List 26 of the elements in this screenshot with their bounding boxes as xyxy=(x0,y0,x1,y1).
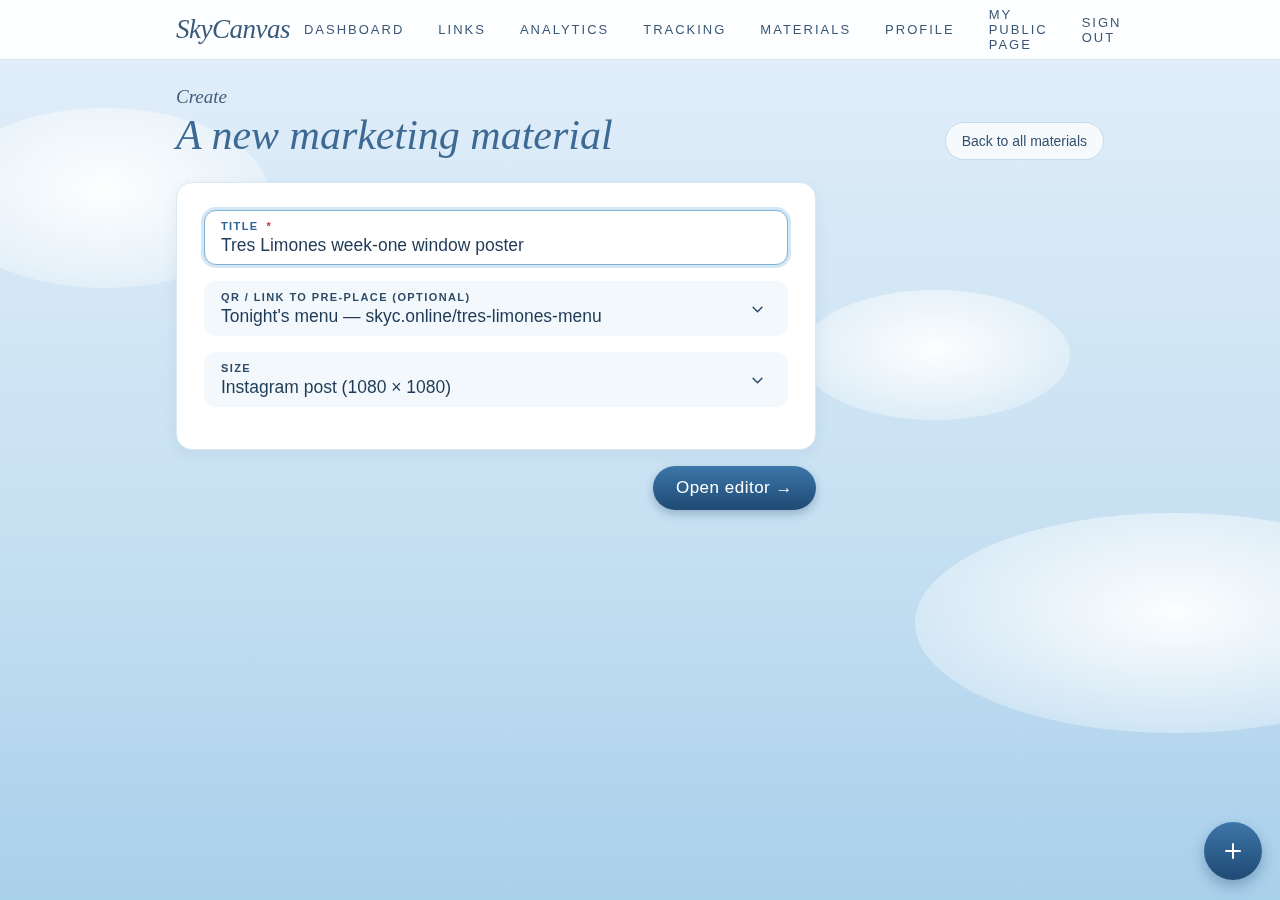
nav-link[interactable]: ANALYTICS xyxy=(519,22,610,37)
field-label: SIZE xyxy=(221,362,252,374)
plus-icon xyxy=(1224,842,1242,860)
nav-link[interactable]: MY PUBLIC PAGE xyxy=(988,7,1048,52)
field-value: Instagram post (1080 × 1080) xyxy=(221,376,453,398)
add-button[interactable] xyxy=(1204,822,1262,880)
field-label: TITLE xyxy=(221,220,259,232)
nav-link[interactable]: DASHBOARD xyxy=(303,22,405,37)
nav-link[interactable]: TRACKING xyxy=(643,22,727,37)
eyebrow-text: Create xyxy=(176,86,228,108)
back-button[interactable]: Back to all materials xyxy=(944,122,1104,160)
field-value: Tres Limones week-one window poster xyxy=(221,234,525,256)
required-mark: * xyxy=(266,220,273,232)
input-field[interactable]: TITLE * Tres Limones week-one window poster xyxy=(204,210,788,265)
open-editor-button[interactable]: Open editor → xyxy=(652,466,816,510)
logo[interactable]: SkyCanvas xyxy=(176,14,290,45)
nav-link[interactable]: LINKS xyxy=(438,22,486,37)
chevron-down-icon xyxy=(752,305,763,313)
select-field[interactable]: SIZE Instagram post (1080 × 1080) xyxy=(204,352,788,407)
chevron-down-icon xyxy=(752,376,763,384)
nav-link[interactable]: PROFILE xyxy=(885,22,955,37)
field-value: Tonight's menu — skyc.online/tres-limones-menu xyxy=(221,305,603,327)
nav-link[interactable]: MATERIALS xyxy=(760,22,852,37)
field-label: QR / LINK TO PRE-PLACE (OPTIONAL) xyxy=(221,291,471,303)
nav-link[interactable]: SIGN OUT xyxy=(1081,14,1122,45)
select-field[interactable]: QR / LINK TO PRE-PLACE (OPTIONAL) Tonight's menu — skyc.online/tres-limones-menu xyxy=(204,281,788,336)
